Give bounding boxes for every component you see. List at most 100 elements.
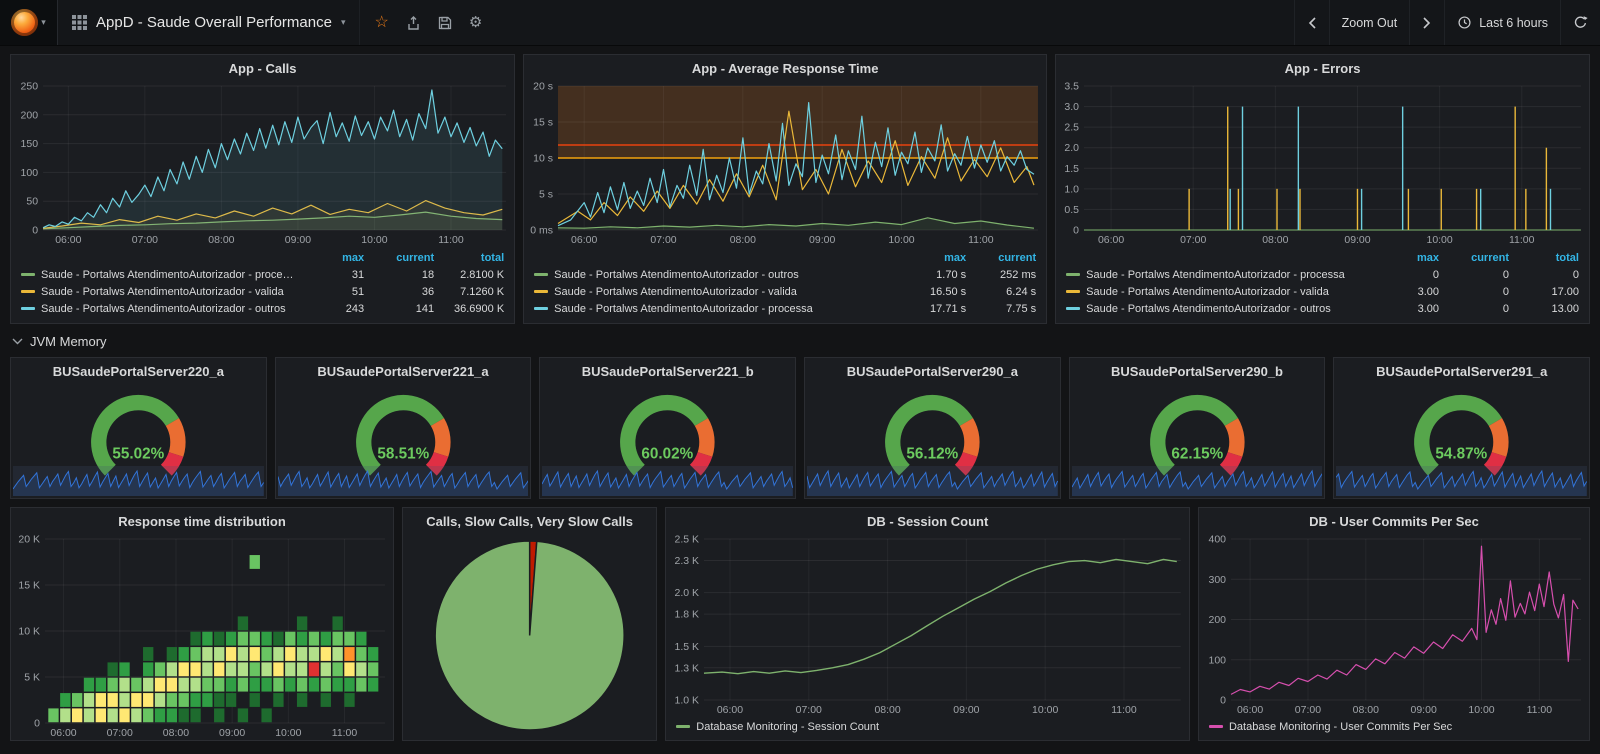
svg-text:0.5: 0.5 <box>1065 205 1080 216</box>
svg-text:0: 0 <box>34 718 40 729</box>
legend-header[interactable]: current <box>1439 252 1509 264</box>
gauge-body: 58.51% <box>276 381 531 498</box>
panel-title-db-sessions[interactable]: DB - Session Count <box>666 508 1189 531</box>
panel-title-calls-pie[interactable]: Calls, Slow Calls, Very Slow Calls <box>403 508 656 531</box>
legend-header[interactable]: max <box>1369 252 1439 264</box>
app-errors-chart[interactable]: 0 0.5 1.0 1.5 2.0 2.5 3.0 3.5 06:00 07:00 08:00 09:… <box>1056 78 1589 247</box>
legend-series-row[interactable]: Saude - Portalws AtendimentoAutorizador … <box>534 266 1036 283</box>
gauge-title[interactable]: BUSaudePortalServer221_a <box>276 358 531 381</box>
top-panels-row: App - Calls 0 50 100 150 200 250 06:00 07:00 08:… <box>10 54 1590 324</box>
legend-value: 18 <box>421 268 435 281</box>
legend-value: 7.75 s <box>1006 302 1037 315</box>
legend-header[interactable]: total <box>1509 252 1579 264</box>
memory-sparkline[interactable] <box>542 466 794 496</box>
legend-header[interactable]: total <box>434 252 504 264</box>
legend-header[interactable]: current <box>364 252 434 264</box>
legend-series-row[interactable]: Saude - Portalws AtendimentoAutorizador … <box>21 266 504 283</box>
memory-sparkline[interactable] <box>13 466 264 496</box>
jvm-memory-section-toggle[interactable]: JVM Memory <box>12 334 107 349</box>
legend-series-name: Saude - Portalws AtendimentoAutorizador … <box>1086 302 1331 315</box>
legend-series-name: Saude - Portalws AtendimentoAutorizador … <box>1086 285 1329 298</box>
svg-text:5 s: 5 s <box>539 189 553 200</box>
svg-text:11:00: 11:00 <box>968 235 994 246</box>
star-icon[interactable]: ☆ <box>374 14 388 31</box>
svg-text:2.5: 2.5 <box>1065 123 1080 134</box>
legend-series-name: Saude - Portalws AtendimentoAutorizador … <box>554 268 799 281</box>
legend-series-row[interactable]: Database Monitoring - User Commits Per S… <box>1208 718 1579 735</box>
memory-sparkline[interactable] <box>807 466 1058 496</box>
gear-icon[interactable]: ⚙ <box>469 15 482 30</box>
svg-text:09:00: 09:00 <box>1344 235 1370 246</box>
memory-sparkline[interactable] <box>277 466 529 496</box>
legend-header[interactable]: max <box>294 252 364 264</box>
app-response-time-chart[interactable]: 0 ms 5 s 10 s 15 s 20 s 06:00 07:00 08:00 09:00 1… <box>524 78 1046 247</box>
svg-text:07:00: 07:00 <box>132 234 158 246</box>
panel-title-app-response-time[interactable]: App - Average Response Time <box>524 55 1046 78</box>
gauge-title[interactable]: BUSaudePortalServer290_a <box>805 358 1060 381</box>
legend-series-row[interactable]: Saude - Portalws AtendimentoAutorizador … <box>1066 300 1579 317</box>
refresh-icon <box>1574 16 1588 28</box>
svg-text:09:00: 09:00 <box>219 728 245 739</box>
legend-value: 3.00 <box>1417 285 1439 298</box>
svg-text:10:00: 10:00 <box>361 234 387 246</box>
app-response-chart-area: 0 ms 5 s 10 s 15 s 20 s 06:00 07:00 08:00 09:00 1… <box>524 78 1046 247</box>
legend-header-row: max current total <box>1066 249 1579 266</box>
svg-text:08:00: 08:00 <box>730 235 756 246</box>
svg-text:15 s: 15 s <box>533 118 553 129</box>
share-icon[interactable] <box>405 15 421 31</box>
time-shift-back-button[interactable] <box>1293 0 1329 45</box>
db-session-count-chart[interactable]: 1.0 K 1.3 K 1.5 K 1.8 K 2.0 K 2.3 K 2.5 K 06:00… <box>666 531 1189 717</box>
gauge-title[interactable]: BUSaudePortalServer220_a <box>11 358 266 381</box>
refresh-button[interactable] <box>1560 0 1600 45</box>
legend-series-row[interactable]: Saude - Portalws AtendimentoAutorizador … <box>21 300 504 317</box>
legend-header-row: max current <box>534 249 1036 266</box>
dashboard-picker[interactable]: AppD - Saude Overall Performance ▾ <box>58 0 361 45</box>
save-icon[interactable] <box>437 15 453 31</box>
memory-sparkline[interactable] <box>1336 466 1588 496</box>
chevron-down-icon <box>12 338 23 345</box>
time-shift-forward-button[interactable] <box>1409 0 1444 45</box>
legend-value: 16.50 s <box>930 285 967 298</box>
svg-text:06:00: 06:00 <box>717 705 743 716</box>
legend-series-row[interactable]: Saude - Portalws AtendimentoAutorizador … <box>1066 283 1579 300</box>
gauge-title[interactable]: BUSaudePortalServer221_b <box>540 358 795 381</box>
svg-text:0: 0 <box>32 225 38 237</box>
memory-sparkline[interactable] <box>1071 466 1323 496</box>
app-calls-chart[interactable]: 0 50 100 150 200 250 06:00 07:00 08:00 09:00 10:00… <box>11 78 514 247</box>
legend-header[interactable]: current <box>966 252 1036 264</box>
svg-text:3.5: 3.5 <box>1065 82 1080 93</box>
svg-text:10 K: 10 K <box>18 627 40 638</box>
svg-text:50: 50 <box>26 196 38 208</box>
legend-series-row[interactable]: Saude - Portalws AtendimentoAutorizador … <box>534 300 1036 317</box>
legend-value: 36 <box>421 285 435 298</box>
legend-series-row[interactable]: Database Monitoring - Session Count <box>676 718 1179 735</box>
legend-value: 0 <box>1502 285 1509 298</box>
time-range-picker[interactable]: Last 6 hours <box>1444 0 1560 45</box>
svg-text:56.12%: 56.12% <box>906 445 958 462</box>
calls-pie-chart[interactable] <box>403 531 656 740</box>
legend-series-row[interactable]: Saude - Portalws AtendimentoAutorizador … <box>534 283 1036 300</box>
panel-title-app-errors[interactable]: App - Errors <box>1056 55 1589 78</box>
gauge-title[interactable]: BUSaudePortalServer290_b <box>1070 358 1325 381</box>
svg-text:08:00: 08:00 <box>875 705 901 716</box>
zoom-out-button[interactable]: Zoom Out <box>1328 0 1410 45</box>
svg-text:100: 100 <box>1208 654 1226 666</box>
legend-value: 0 <box>1502 302 1509 315</box>
legend-series-row[interactable]: Saude - Portalws AtendimentoAutorizador … <box>1066 266 1579 283</box>
legend-header[interactable]: max <box>896 252 966 264</box>
svg-text:1.0 K: 1.0 K <box>675 695 699 706</box>
grafana-logo-button[interactable]: ▾ <box>0 0 58 45</box>
panel-title-response-distribution[interactable]: Response time distribution <box>11 508 393 531</box>
svg-text:09:00: 09:00 <box>285 234 311 246</box>
legend-color-swatch <box>21 273 35 276</box>
chevron-right-icon <box>1423 16 1431 29</box>
gauge-title[interactable]: BUSaudePortalServer291_a <box>1334 358 1589 381</box>
app-response-legend: max current Saude - Portalws AtendimentoAu… <box>524 247 1046 323</box>
db-user-commits-chart[interactable]: 0 100 200 300 400 06:00 07:00 08:00 09:00 10:00 11… <box>1199 531 1589 717</box>
legend-value: 2.8100 K <box>460 268 505 281</box>
response-time-heatmap[interactable]: 0 5 K 10 K 15 K 20 K 06:00 07:00 08:00 09:00 10:0… <box>11 531 393 740</box>
panel-title-db-commits[interactable]: DB - User Commits Per Sec <box>1199 508 1589 531</box>
legend-series-row[interactable]: Saude - Portalws AtendimentoAutorizador … <box>21 283 504 300</box>
svg-text:07:00: 07:00 <box>1180 235 1206 246</box>
panel-title-app-calls[interactable]: App - Calls <box>11 55 514 78</box>
